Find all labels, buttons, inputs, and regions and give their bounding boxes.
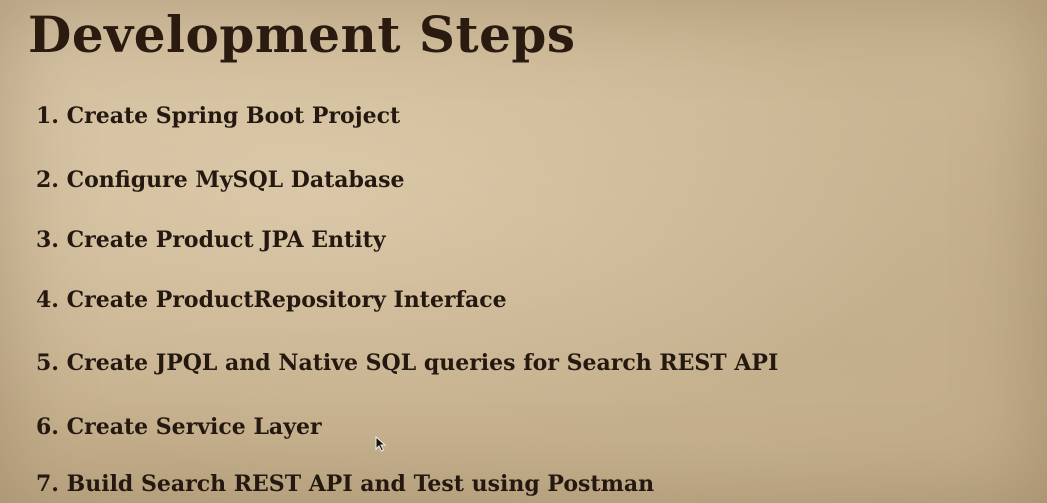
- mouse-pointer-icon: [375, 436, 387, 452]
- step-item-4: 4. Create ProductRepository Interface: [36, 287, 507, 313]
- step-item-1: 1. Create Spring Boot Project: [36, 103, 401, 129]
- step-item-3: 3. Create Product JPA Entity: [36, 227, 386, 253]
- step-item-7: 7. Build Search REST API and Test using …: [36, 471, 655, 497]
- step-item-2: 2. Configure MySQL Database: [36, 167, 405, 193]
- presentation-slide: Development Steps 1. Create Spring Boot …: [0, 0, 1047, 503]
- slide-title: Development Steps: [28, 5, 576, 64]
- step-item-6: 6. Create Service Layer: [36, 414, 322, 440]
- step-item-5: 5. Create JPQL and Native SQL queries fo…: [36, 350, 779, 376]
